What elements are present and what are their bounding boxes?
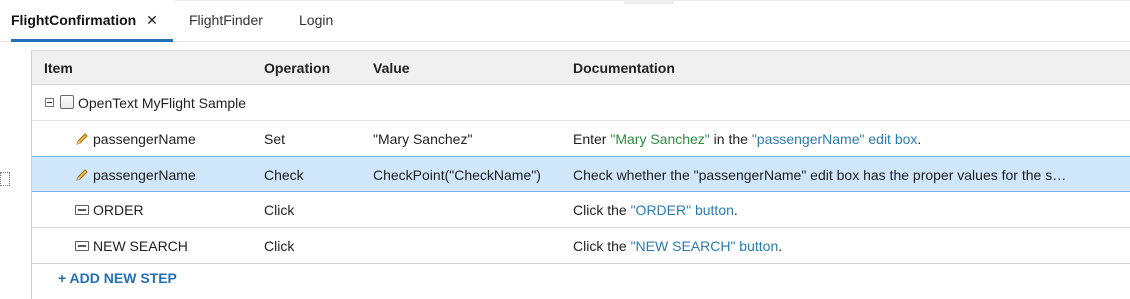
pencil-icon — [76, 133, 88, 145]
column-header-value[interactable]: Value — [373, 51, 410, 85]
tab-bar-ghost-marker — [624, 0, 674, 4]
drag-handle[interactable] — [0, 172, 10, 186]
doc-text: Enter — [573, 131, 611, 147]
group-row[interactable]: OpenText MyFlight Sample — [32, 85, 1130, 121]
doc-text: Click the — [573, 238, 631, 254]
doc-text: . — [778, 238, 783, 254]
doc-text: . — [733, 202, 738, 218]
test-checkbox[interactable] — [60, 95, 74, 109]
column-header-item[interactable]: Item — [44, 51, 73, 85]
doc-text: in the — [709, 131, 752, 147]
tab-label: FlightFinder — [189, 12, 263, 28]
step-operation[interactable]: Click — [264, 192, 294, 228]
column-header-documentation[interactable]: Documentation — [573, 51, 675, 85]
step-operation[interactable]: Set — [264, 121, 285, 157]
tab-bar: FlightConfirmation ✕ FlightFinder Login — [0, 0, 1130, 42]
step-operation[interactable]: Click — [264, 228, 294, 264]
steps-grid: Item Operation Value Documentation OpenT… — [31, 50, 1130, 299]
doc-target: "passengerName" edit box — [751, 131, 918, 147]
tab-login[interactable]: Login — [299, 0, 333, 42]
doc-value: "Mary Sanchez" — [610, 131, 710, 147]
step-documentation: Enter "Mary Sanchez" in the "passengerNa… — [573, 121, 1123, 157]
step-item: NEW SEARCH — [93, 238, 188, 254]
step-documentation: Click the "NEW SEARCH" button. — [573, 228, 1123, 264]
doc-text: Click the — [573, 202, 631, 218]
tab-flightfinder[interactable]: FlightFinder — [189, 0, 263, 42]
table-row[interactable]: NEW SEARCH Click Click the "NEW SEARCH" … — [32, 228, 1130, 264]
step-value[interactable]: CheckPoint("CheckName") — [373, 157, 541, 193]
table-row[interactable]: ORDER Click Click the "ORDER" button. — [32, 192, 1130, 228]
step-documentation: Check whether the "passengerName" edit b… — [573, 167, 1067, 183]
doc-text: . — [917, 131, 922, 147]
table-row[interactable]: passengerName Set "Mary Sanchez" Enter "… — [32, 121, 1130, 157]
button-object-icon — [75, 205, 89, 215]
doc-target: "NEW SEARCH" button — [630, 238, 779, 254]
step-item: passengerName — [93, 131, 196, 147]
step-item: passengerName — [93, 167, 196, 183]
column-header-operation[interactable]: Operation — [264, 51, 330, 85]
doc-target: "ORDER" button — [630, 202, 734, 218]
active-tab-indicator — [11, 39, 173, 42]
collapse-icon[interactable] — [45, 98, 54, 107]
tab-flightconfirmation[interactable]: FlightConfirmation ✕ — [11, 0, 173, 42]
add-new-step-button[interactable]: + ADD NEW STEP — [58, 270, 177, 286]
step-operation[interactable]: Check — [264, 157, 304, 193]
step-item: ORDER — [93, 202, 144, 218]
tab-label: FlightConfirmation — [11, 12, 137, 28]
grid-header: Item Operation Value Documentation — [32, 50, 1130, 85]
group-label: OpenText MyFlight Sample — [78, 95, 247, 111]
close-icon[interactable]: ✕ — [146, 12, 158, 28]
table-row-selected[interactable]: passengerName Check CheckPoint("CheckNam… — [32, 156, 1130, 192]
button-object-icon — [75, 241, 89, 251]
pencil-icon — [76, 169, 88, 181]
tab-label: Login — [299, 12, 334, 28]
step-documentation: Click the "ORDER" button. — [573, 192, 1123, 228]
step-value[interactable]: "Mary Sanchez" — [373, 121, 472, 157]
